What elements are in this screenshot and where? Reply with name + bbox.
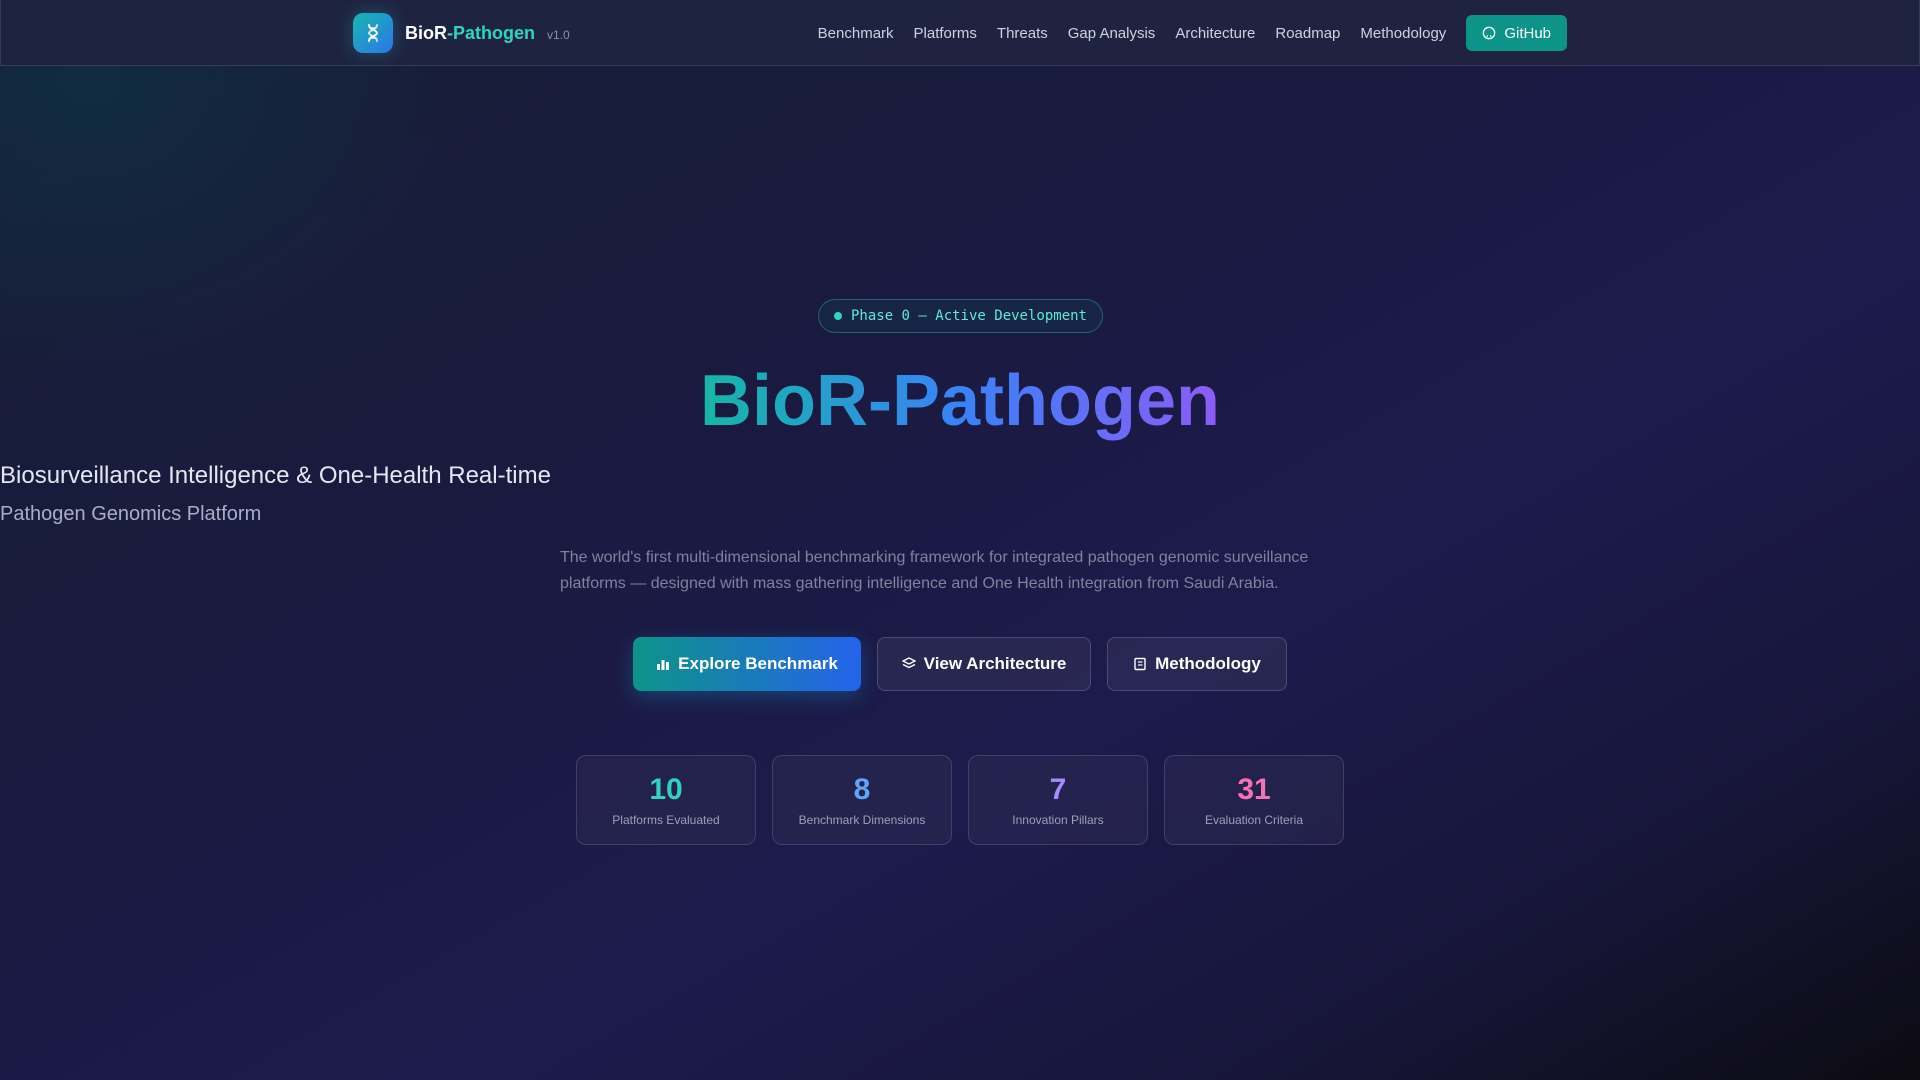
- nav-link-threats[interactable]: Threats: [997, 25, 1048, 42]
- stat-label: Innovation Pillars: [1012, 813, 1104, 827]
- explore-benchmark-label: Explore Benchmark: [678, 654, 838, 673]
- brand-name-accent: -Pathogen: [447, 22, 535, 43]
- stat-card-pillars: 7 Innovation Pillars: [968, 755, 1148, 845]
- dna-icon: [367, 24, 379, 42]
- stats-row: 10 Platforms Evaluated 8 Benchmark Dimen…: [0, 755, 1920, 845]
- hero-title-text: BioR-Pathogen: [700, 361, 1220, 441]
- layers-icon: [901, 657, 916, 669]
- stat-value: 7: [1049, 773, 1067, 806]
- view-architecture-button[interactable]: View Architecture: [877, 637, 1091, 691]
- hero-title: BioR-Pathogen: [0, 358, 1920, 444]
- github-button[interactable]: GitHub: [1466, 15, 1567, 51]
- stat-label: Platforms Evaluated: [612, 813, 720, 827]
- status-dot-icon: [833, 312, 842, 320]
- phase-badge: Phase 0 — Active Development: [818, 299, 1103, 333]
- stat-value: 10: [649, 773, 683, 806]
- methodology-label: Methodology: [1155, 654, 1261, 673]
- stat-card-dimensions: 8 Benchmark Dimensions: [772, 755, 952, 845]
- phase-badge-label: Phase 0 — Active Development: [850, 308, 1087, 324]
- cta-row: Explore Benchmark View Architecture Meth…: [0, 637, 1920, 691]
- stat-label: Evaluation Criteria: [1204, 813, 1304, 827]
- nav-link-architecture[interactable]: Architecture: [1175, 25, 1255, 42]
- hero-subtitle-secondary: Pathogen Genomics Platform: [0, 503, 262, 525]
- brand-name-primary: BioR: [405, 22, 447, 43]
- view-architecture-label: View Architecture: [923, 654, 1067, 673]
- github-button-label: GitHub: [1504, 24, 1551, 42]
- stat-card-platforms: 10 Platforms Evaluated: [576, 755, 756, 845]
- hero-description: The world's first multi-dimensional benc…: [560, 549, 1309, 592]
- nav-link-roadmap[interactable]: Roadmap: [1275, 25, 1340, 42]
- book-icon: [1134, 657, 1146, 671]
- github-icon: [1482, 26, 1496, 40]
- version-label: v1.0: [547, 27, 570, 42]
- brand[interactable]: BioR-Pathogen v1.0: [353, 13, 570, 53]
- stat-value: 31: [1237, 773, 1271, 806]
- nav-link-gap-analysis[interactable]: Gap Analysis: [1068, 25, 1156, 42]
- hero-subtitle: Biosurveillance Intelligence & One-Healt…: [0, 462, 551, 489]
- nav-link-platforms[interactable]: Platforms: [914, 25, 977, 42]
- nav-link-methodology[interactable]: Methodology: [1360, 25, 1446, 42]
- nav-links: Benchmark Platforms Threats Gap Analysis…: [818, 0, 1567, 66]
- stat-card-criteria: 31 Evaluation Criteria: [1164, 755, 1344, 845]
- top-navbar: BioR-Pathogen v1.0 Benchmark Platforms T…: [0, 0, 1920, 66]
- brand-name: BioR-Pathogen: [405, 23, 535, 44]
- logo-tile: [353, 13, 393, 53]
- nav-link-benchmark[interactable]: Benchmark: [818, 25, 894, 42]
- chart-icon: [657, 660, 670, 670]
- methodology-button[interactable]: Methodology: [1107, 637, 1287, 691]
- explore-benchmark-button[interactable]: Explore Benchmark: [633, 637, 861, 691]
- stat-label: Benchmark Dimensions: [798, 813, 926, 827]
- stat-value: 8: [853, 773, 871, 806]
